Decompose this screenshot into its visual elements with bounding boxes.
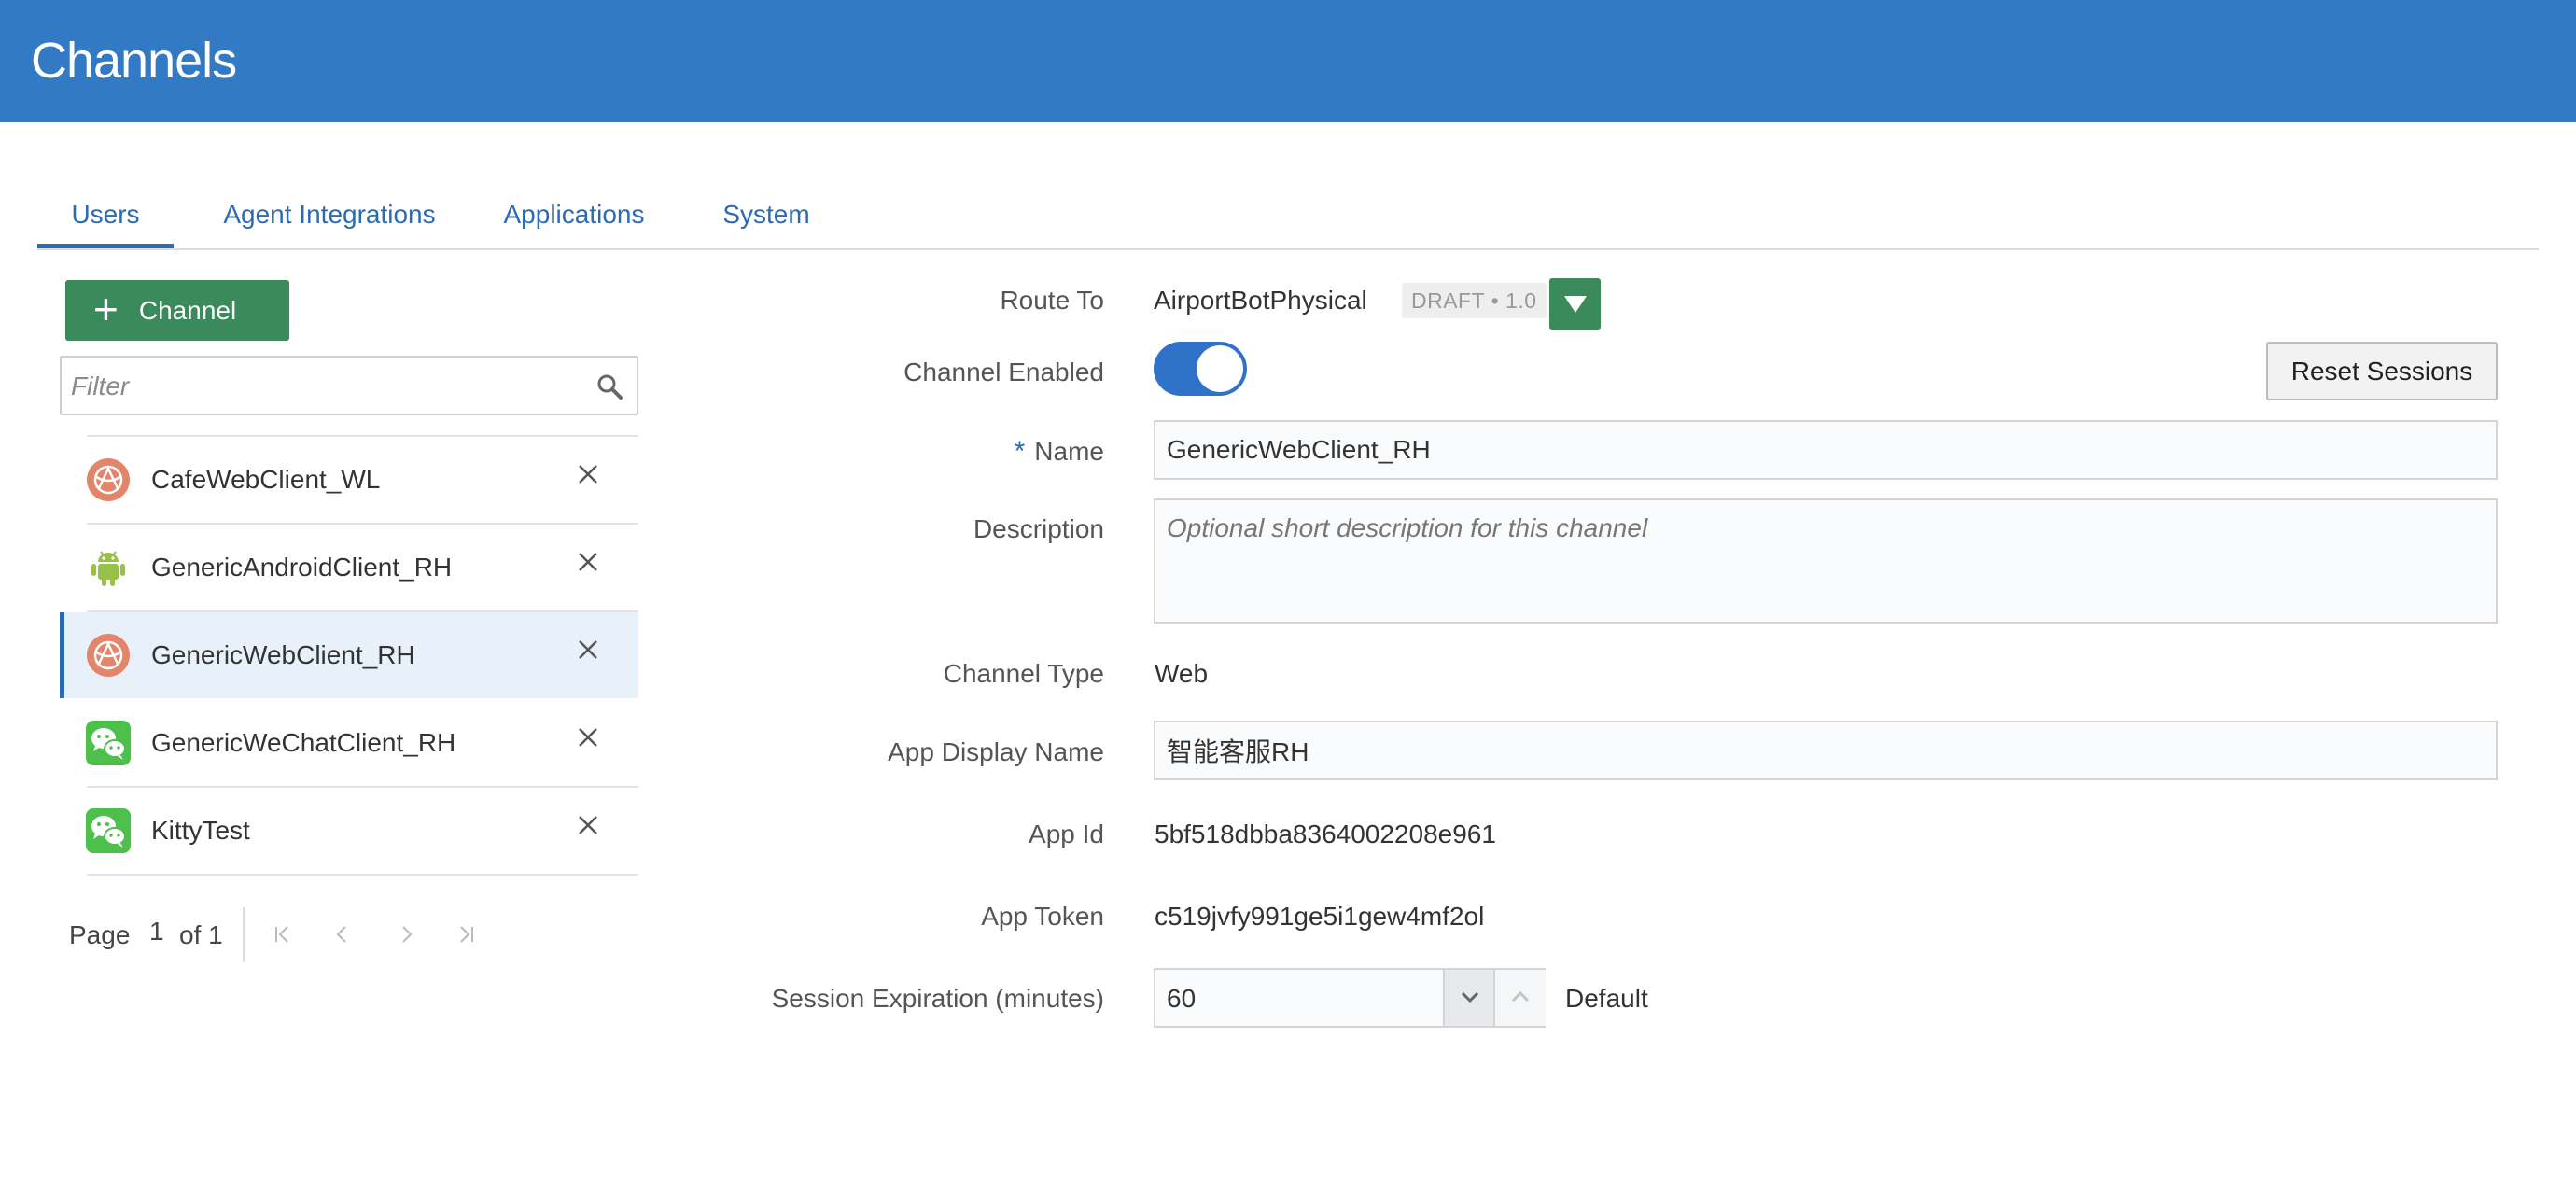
list-item-label: CafeWebClient_WL <box>151 465 381 494</box>
tab-bar: Users Agent Integrations Applications Sy… <box>37 187 2539 250</box>
page-label: Page <box>69 920 131 949</box>
version-badge: DRAFT • 1.0 <box>1402 283 1547 318</box>
first-page-icon[interactable] <box>271 922 295 947</box>
list-item-label: GenericWeChatClient_RH <box>151 728 456 757</box>
filter-input[interactable] <box>62 358 595 415</box>
next-page-icon[interactable] <box>394 922 418 947</box>
page-count-label: of 1 <box>179 920 223 949</box>
list-item-label: GenericWebClient_RH <box>151 640 415 669</box>
web-channel-icon <box>87 458 130 501</box>
close-icon[interactable] <box>575 549 601 575</box>
list-item[interactable]: GenericWebClient_RH <box>60 612 638 698</box>
caret-down-icon <box>1564 296 1587 313</box>
filter-box <box>60 356 638 415</box>
tab-system[interactable]: System <box>715 187 818 245</box>
channel-type-label: Channel Type <box>943 659 1104 688</box>
list-item[interactable]: GenericWeChatClient_RH <box>60 700 638 788</box>
channel-enabled-toggle[interactable] <box>1154 342 1247 396</box>
app-token-label: App Token <box>981 902 1104 931</box>
decrement-button[interactable] <box>1443 970 1495 1026</box>
name-label: * Name <box>1015 436 1104 468</box>
tab-agent-integrations[interactable]: Agent Integrations <box>207 187 452 245</box>
add-channel-button[interactable]: + Channel <box>65 280 289 341</box>
app-token-value: c519jvfy991ge5i1gew4mf2ol <box>1155 902 1485 931</box>
page-title: Channels <box>31 33 237 89</box>
name-field[interactable] <box>1154 420 2498 480</box>
last-page-icon[interactable] <box>454 922 478 947</box>
app-id-value: 5bf518dbba8364002208e961 <box>1155 820 1496 848</box>
list-divider <box>87 874 638 876</box>
chevron-down-icon <box>1461 991 1479 1003</box>
list-item-label: KittyTest <box>151 816 250 845</box>
tab-users[interactable]: Users <box>37 187 174 248</box>
increment-button[interactable] <box>1493 970 1546 1026</box>
required-marker: * <box>1014 436 1026 467</box>
reset-sessions-button[interactable]: Reset Sessions <box>2266 342 2498 400</box>
chevron-up-icon <box>1511 990 1530 1003</box>
search-icon[interactable] <box>595 372 623 400</box>
list-item[interactable]: CafeWebClient_WL <box>60 437 638 525</box>
plus-icon: + <box>93 284 119 333</box>
app-display-name-label: App Display Name <box>888 737 1104 766</box>
close-icon[interactable] <box>575 461 601 487</box>
android-icon <box>91 551 125 586</box>
list-item[interactable]: KittyTest <box>60 788 638 876</box>
list-item-label: GenericAndroidClient_RH <box>151 553 453 582</box>
close-icon[interactable] <box>575 724 601 750</box>
add-channel-label: Channel <box>138 295 237 325</box>
previous-page-icon[interactable] <box>330 922 355 947</box>
channel-type-value: Web <box>1155 659 1209 688</box>
web-channel-icon <box>87 634 130 677</box>
app-id-label: App Id <box>1029 820 1104 848</box>
close-icon[interactable] <box>575 812 601 838</box>
page-number-input[interactable]: 1 <box>149 917 164 947</box>
description-label: Description <box>973 514 1104 543</box>
app-header: Channels <box>0 0 2576 122</box>
app-display-name-field[interactable] <box>1154 721 2498 780</box>
session-expiration-label: Session Expiration (minutes) <box>771 984 1104 1013</box>
channel-enabled-label: Channel Enabled <box>903 358 1104 386</box>
tab-applications[interactable]: Applications <box>495 187 653 245</box>
pagination: Page 1 of 1 <box>69 907 648 963</box>
route-to-label: Route To <box>1000 286 1104 315</box>
description-field[interactable] <box>1154 498 2498 624</box>
wechat-icon <box>86 721 131 765</box>
session-expiration-default: Default <box>1565 984 1648 1013</box>
list-item[interactable]: GenericAndroidClient_RH <box>60 525 638 612</box>
close-icon[interactable] <box>575 637 601 663</box>
route-to-value: AirportBotPhysical <box>1154 286 1367 315</box>
wechat-icon <box>86 808 131 853</box>
route-to-dropdown-button[interactable] <box>1549 278 1601 330</box>
name-label-text: Name <box>1034 437 1104 466</box>
toggle-knob <box>1197 345 1243 392</box>
session-expiration-stepper <box>1154 968 1546 1028</box>
session-expiration-input[interactable] <box>1155 970 1449 1028</box>
pager-divider <box>243 907 245 961</box>
